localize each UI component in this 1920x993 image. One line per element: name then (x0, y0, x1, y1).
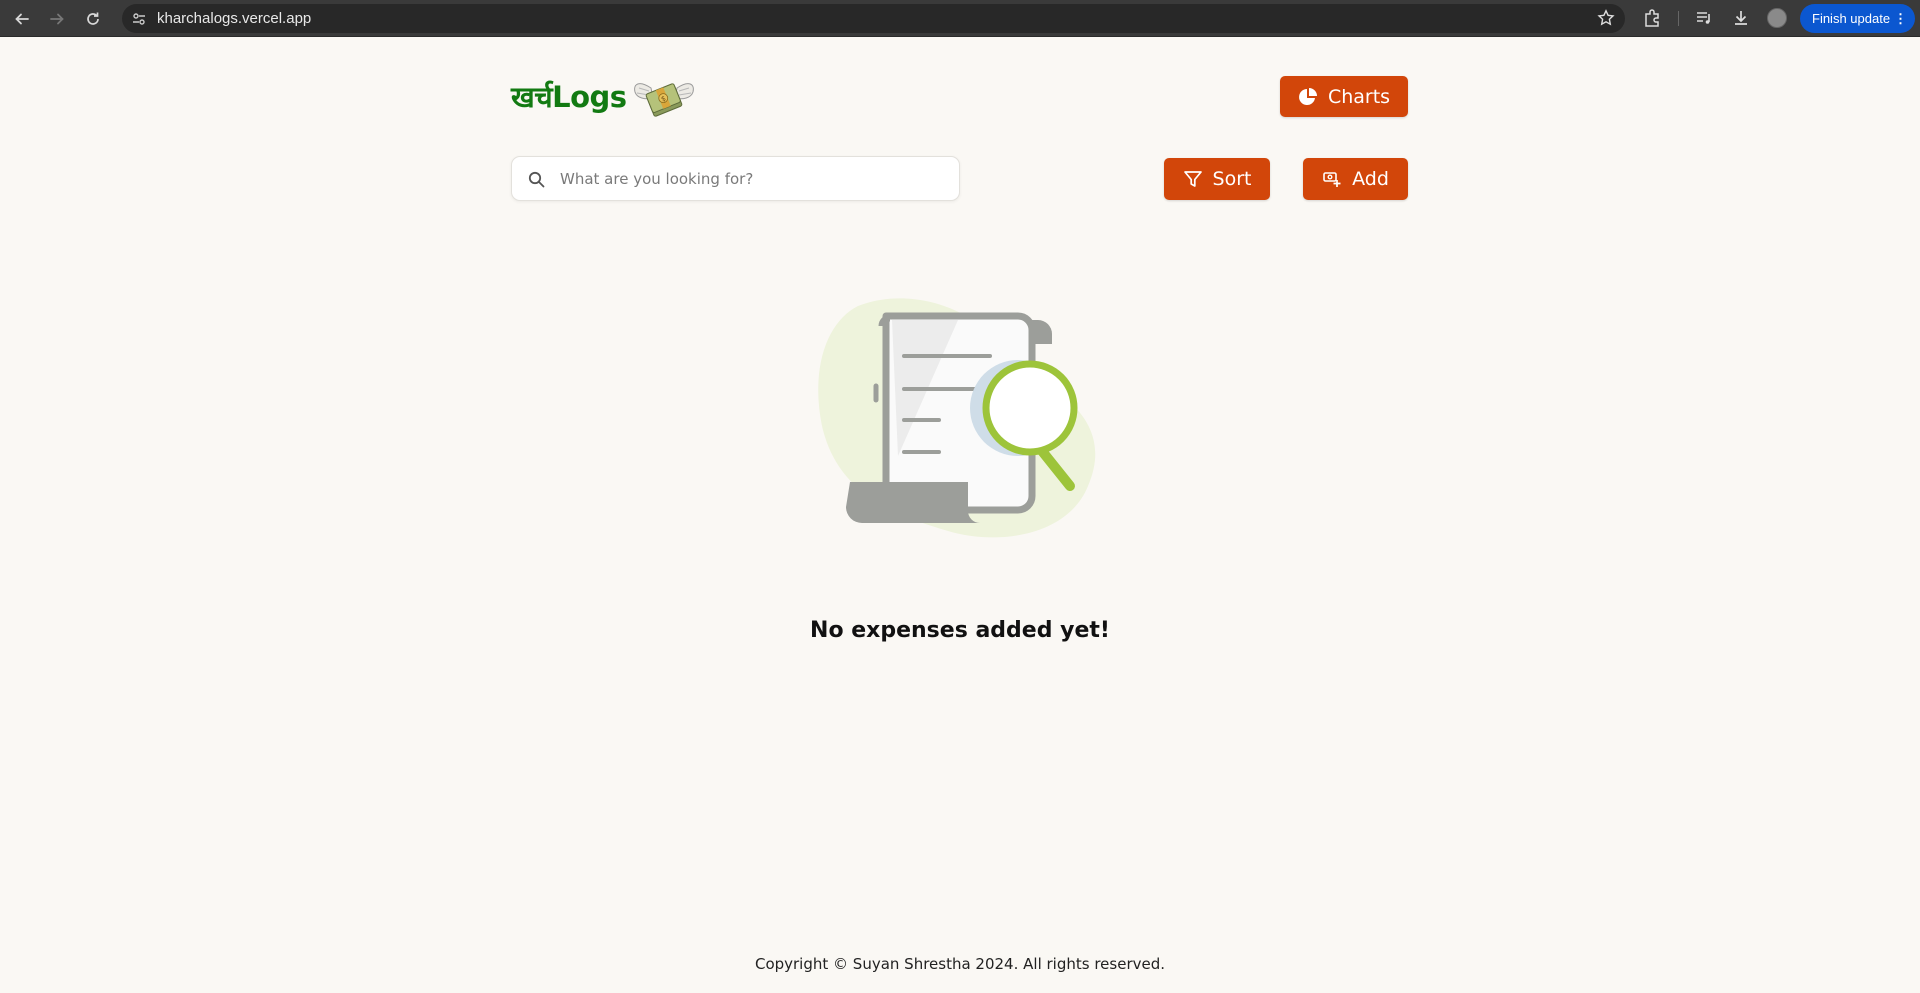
more-menu-icon[interactable]: ⋮ (1894, 4, 1907, 33)
footer-copyright: Copyright © Suyan Shrestha 2024. All rig… (754, 955, 1166, 973)
arrow-left-icon (15, 13, 29, 25)
sort-label: Sort (1212, 168, 1252, 190)
finish-update-label: Finish update (1812, 11, 1891, 26)
app-logo[interactable]: खर्चLogs $ (511, 66, 697, 126)
back-button[interactable] (9, 6, 35, 32)
reload-button[interactable] (80, 6, 106, 32)
forward-button[interactable] (44, 6, 70, 32)
add-label: Add (1352, 168, 1389, 190)
arrow-right-icon (50, 13, 64, 25)
money-with-wings-icon: $ (633, 83, 694, 117)
empty-state-message: No expenses added yet! (810, 618, 1110, 643)
receipt-magnifier-icon (818, 298, 1096, 538)
browser-toolbar: kharchalogs.vercel.app Finish update ⋮ (0, 0, 1920, 37)
add-expense-button[interactable]: Add (1303, 158, 1408, 200)
address-bar[interactable]: kharchalogs.vercel.app (122, 4, 1625, 33)
filter-icon (1183, 171, 1202, 187)
extensions-icon[interactable] (1642, 8, 1662, 28)
finish-update-button[interactable]: Finish update ⋮ (1800, 4, 1915, 33)
search-box[interactable] (511, 156, 960, 201)
profile-avatar[interactable] (1767, 8, 1787, 28)
charts-button[interactable]: Charts (1280, 76, 1408, 117)
charts-label: Charts (1327, 85, 1391, 108)
search-input[interactable] (560, 157, 950, 200)
toolbar-divider (1678, 11, 1679, 26)
download-icon[interactable] (1731, 8, 1751, 28)
reload-icon (87, 12, 99, 25)
bookmark-star-icon[interactable] (1597, 9, 1615, 27)
pie-chart-icon (1299, 87, 1317, 105)
add-money-icon (1323, 172, 1341, 187)
logo-text: खर्चLogs (511, 79, 627, 114)
search-icon (528, 171, 545, 188)
site-info-icon[interactable] (130, 10, 148, 28)
sort-button[interactable]: Sort (1164, 158, 1270, 200)
url-text: kharchalogs.vercel.app (157, 10, 312, 27)
media-queue-icon[interactable] (1694, 8, 1714, 28)
